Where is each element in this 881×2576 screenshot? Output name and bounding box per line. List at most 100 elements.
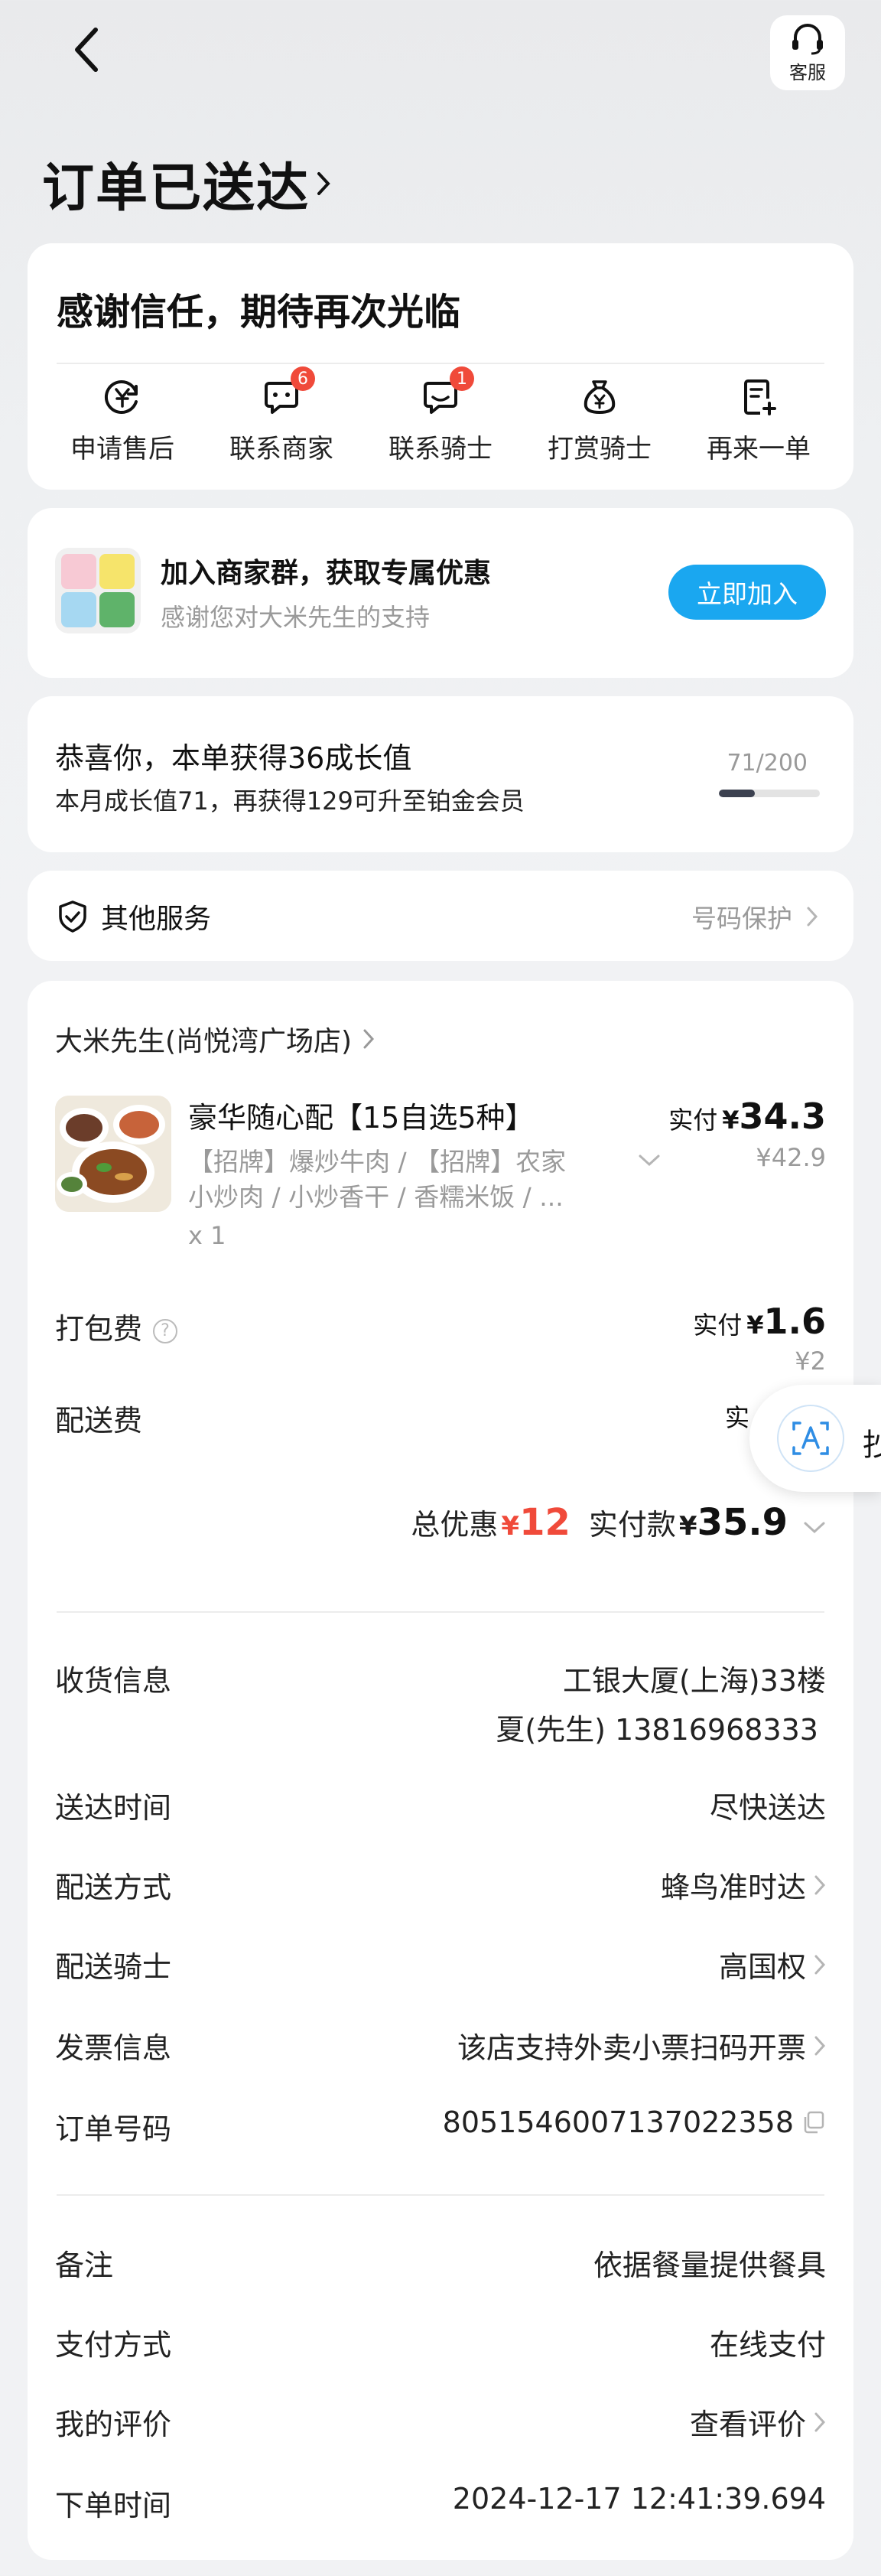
headset-icon <box>792 23 823 54</box>
paid-value: 34.3 <box>739 1096 827 1137</box>
food-spec-line: 【招牌】爆炒牛肉 / 【招牌】农家 <box>188 1147 567 1177</box>
delivery-method-link[interactable]: 蜂鸟准时达 <box>661 1864 826 1906</box>
food-quantity: x 1 <box>188 1221 226 1250</box>
help-icon[interactable]: ? <box>153 1318 178 1343</box>
chevron-right-icon <box>317 171 330 195</box>
divider <box>57 1611 824 1613</box>
address-line: 工银大厦(上海)33楼 <box>562 1664 826 1698</box>
info-value: 该店支持外卖小票扫码开票 <box>457 2031 806 2065</box>
info-label: 发票信息 <box>55 2031 172 2065</box>
packing-original-price: ¥2 <box>795 1347 826 1376</box>
discount-value: 12 <box>519 1501 571 1544</box>
reorder-icon <box>744 379 776 415</box>
floating-translate-button[interactable]: 抄 <box>749 1385 881 1492</box>
translate-icon <box>777 1405 844 1472</box>
action-label: 申请售后 <box>70 434 174 464</box>
divider <box>57 363 824 364</box>
growth-card[interactable]: 恭喜你，本单获得36成长值 本月成长值71，再获得129可升至铂金会员 71/2… <box>28 696 853 852</box>
chevron-right-icon <box>814 2036 826 2055</box>
action-contact-merchant[interactable]: 6 联系商家 <box>209 366 354 465</box>
info-label: 支付方式 <box>55 2328 172 2362</box>
growth-subtitle: 本月成长值71，再获得129可升至铂金会员 <box>55 786 525 816</box>
item-original-price: ¥42.9 <box>756 1143 826 1172</box>
info-label: 下单时间 <box>55 2489 172 2522</box>
food-image <box>55 1096 171 1212</box>
order-number: 8051546007137022358 <box>443 2105 826 2139</box>
rider-link[interactable]: 高国权 <box>719 1943 826 1985</box>
customer-service-button[interactable]: 客服 <box>770 15 845 90</box>
chevron-right-icon <box>363 1029 375 1049</box>
order-status-text: 订单已送达 <box>42 158 310 219</box>
food-spec-line: 小炒肉 / 小炒香干 / 香糯米饭 / ... <box>188 1182 564 1212</box>
back-button[interactable] <box>60 23 113 77</box>
order-detail-card: 大米先生(尚悦湾广场店) 豪华随心配【15自选5种】 【招牌】爆炒牛肉 / 【招… <box>28 981 853 2560</box>
info-value: 蜂鸟准时达 <box>660 1871 806 1904</box>
action-reorder[interactable]: 再来一单 <box>686 377 831 465</box>
info-label: 配送骑士 <box>55 1950 172 1984</box>
order-totals[interactable]: 总优惠 ¥ 12 实付款 ¥ 35.9 <box>411 1501 826 1544</box>
merchant-group-card[interactable]: 加入商家群，获取专属优惠 感谢您对大米先生的支持 立即加入 <box>28 508 853 678</box>
shop-name-link[interactable]: 大米先生(尚悦湾广场店) <box>55 1019 375 1059</box>
floating-partial-text: 抄 <box>863 1428 881 1463</box>
yen-sign: ¥ <box>722 1106 740 1135</box>
join-group-button[interactable]: 立即加入 <box>668 565 826 620</box>
discount-label: 总优惠 <box>411 1508 499 1542</box>
total-paid-value: 35.9 <box>697 1501 788 1544</box>
thanks-title: 感谢信任，期待再次光临 <box>57 291 461 334</box>
yen-sign: ¥ <box>678 1511 697 1542</box>
other-services-title: 其他服务 <box>101 904 212 935</box>
delivery-fee-label: 配送费 <box>55 1404 143 1438</box>
packing-paid-price: 实付 ¥ 1.6 <box>693 1301 826 1342</box>
action-after-sales[interactable]: 申请售后 <box>50 377 195 465</box>
order-status-title[interactable]: 订单已送达 <box>42 145 331 221</box>
chevron-down-icon[interactable] <box>638 1154 661 1168</box>
chevron-down-icon <box>804 1522 825 1534</box>
info-value: 尽快送达 <box>709 1791 826 1825</box>
packing-fee-text: 打包费 <box>55 1312 143 1346</box>
paid-value: 1.6 <box>763 1301 827 1342</box>
shield-check-icon <box>59 900 86 933</box>
paid-label: 实付 <box>668 1106 718 1135</box>
action-label: 再来一单 <box>707 434 811 464</box>
info-label: 订单号码 <box>55 2112 172 2146</box>
yen-sign: ¥ <box>501 1511 520 1542</box>
info-value: 2024-12-17 12:41:39.694 <box>452 2482 826 2516</box>
yen-sign: ¥ <box>746 1311 764 1340</box>
divider <box>57 2194 824 2196</box>
total-paid-label: 实付款 <box>588 1508 676 1542</box>
money-bag-icon <box>584 380 616 414</box>
chevron-right-icon <box>814 2412 826 2431</box>
unread-badge: 6 <box>291 366 315 391</box>
packing-fee-label: 打包费? <box>55 1305 178 1347</box>
action-label: 打赏骑士 <box>548 434 652 464</box>
chevron-right-icon <box>814 1955 826 1974</box>
info-label: 送达时间 <box>55 1791 172 1825</box>
group-subtitle: 感谢您对大米先生的支持 <box>161 603 431 632</box>
chevron-right-icon <box>814 1875 826 1894</box>
yen-circle-icon <box>105 380 138 414</box>
number-protection-link[interactable]: 号码保护 <box>691 898 818 935</box>
growth-progress-bar <box>719 790 820 797</box>
copy-icon[interactable] <box>801 2110 826 2135</box>
info-value: 高国权 <box>718 1950 806 1984</box>
info-value: 在线支付 <box>709 2328 826 2362</box>
action-contact-rider[interactable]: 1 联系骑士 <box>368 366 513 465</box>
chevron-right-icon <box>807 907 818 927</box>
back-arrow-icon <box>75 28 98 72</box>
customer-service-label: 客服 <box>789 61 826 83</box>
action-bar: 申请售后 6 联系商家 1 联系骑士 打赏骑士 再来一单 <box>28 366 853 465</box>
action-tip-rider[interactable]: 打赏骑士 <box>527 377 672 465</box>
action-label: 联系商家 <box>229 434 333 464</box>
info-value: 8051546007137022358 <box>442 2105 794 2139</box>
item-paid-price: 实付 ¥ 34.3 <box>668 1096 826 1137</box>
invoice-link[interactable]: 该店支持外卖小票扫码开票 <box>457 2024 826 2066</box>
shop-name: 大米先生(尚悦湾广场店) <box>55 1026 353 1057</box>
view-review-link[interactable]: 查看评价 <box>690 2401 826 2443</box>
group-thumbnail <box>55 548 141 633</box>
group-title: 加入商家群，获取专属优惠 <box>161 558 492 589</box>
number-protection-label: 号码保护 <box>691 904 792 933</box>
info-label: 我的评价 <box>55 2408 172 2441</box>
other-services-card[interactable]: 其他服务 号码保护 <box>28 871 853 961</box>
unread-badge: 1 <box>450 366 474 391</box>
growth-progress-text: 71/200 <box>727 750 808 777</box>
